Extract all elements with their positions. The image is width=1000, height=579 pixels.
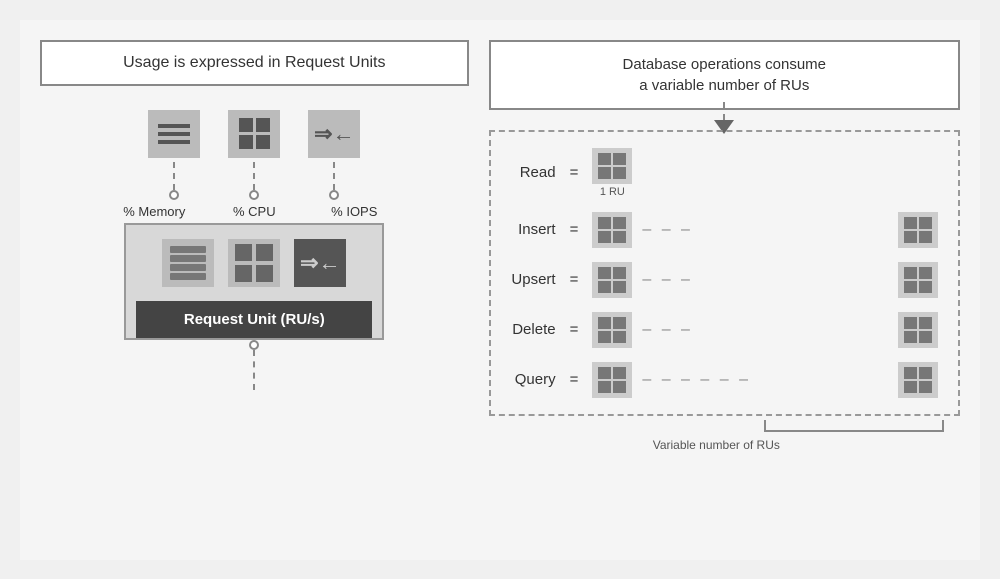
insert-icon-left xyxy=(592,212,632,248)
ru-box: ⇒← Request Unit (RU/s) xyxy=(124,223,384,340)
left-title: Usage is expressed in Request Units xyxy=(40,40,469,86)
ops-container: Read = 1 RU xyxy=(489,130,960,416)
right-title-line2: a variable number of RUs xyxy=(639,77,809,94)
circle-dot-iops xyxy=(329,190,339,200)
db-grid-insert xyxy=(593,212,631,248)
read-db-icon xyxy=(592,148,632,184)
upsert-icon-right xyxy=(898,262,938,298)
db-grid-upsert-r xyxy=(899,262,937,298)
delete-icon-right xyxy=(898,312,938,348)
db-grid-delete-r xyxy=(899,312,937,348)
memory-icon-col xyxy=(148,110,200,200)
circle-dot-memory xyxy=(169,190,179,200)
query-eq: = xyxy=(570,371,579,388)
read-label: Read xyxy=(501,164,556,181)
delete-dashes: – – – xyxy=(642,321,888,339)
ru-grid-icon xyxy=(228,239,280,287)
right-panel: Database operations consume a variable n… xyxy=(489,40,960,540)
read-icon-wrap xyxy=(592,148,632,184)
db-grid-query-r xyxy=(899,362,937,398)
delete-icon-left xyxy=(592,312,632,348)
iops-icon: ⇒← xyxy=(308,110,360,158)
delete-label: Delete xyxy=(501,321,556,338)
db-grid-query xyxy=(593,362,631,398)
upsert-row: Upsert = – – – xyxy=(501,262,938,298)
read-icon-col: 1 RU xyxy=(592,148,632,198)
server-icon xyxy=(166,242,210,284)
insert-row: Insert = – – – xyxy=(501,212,938,248)
dashed-line-iops xyxy=(333,162,335,190)
db-grid-delete xyxy=(593,312,631,348)
dashed-line-cpu xyxy=(253,162,255,190)
db-grid-upsert xyxy=(593,262,631,298)
ops-wrapper: Read = 1 RU xyxy=(489,130,960,452)
query-icon-left xyxy=(592,362,632,398)
iops-label: % IOPS xyxy=(318,204,390,219)
insert-eq: = xyxy=(570,221,579,238)
ru-server-icon xyxy=(162,239,214,287)
db-grid-insert-r xyxy=(899,212,937,248)
grid-lg-icon xyxy=(227,236,281,290)
insert-label: Insert xyxy=(501,221,556,238)
right-title: Database operations consume a variable n… xyxy=(489,40,960,110)
hamburger-icon xyxy=(150,116,198,152)
circle-dot-bottom xyxy=(249,340,259,350)
cpu-icon-col xyxy=(228,110,280,200)
top-icons-row: ⇒← xyxy=(148,110,360,200)
delete-row: Delete = – – – xyxy=(501,312,938,348)
query-label: Query xyxy=(501,371,556,388)
left-title-text: Usage is expressed in Request Units xyxy=(123,54,385,71)
upsert-dashes: – – – xyxy=(642,271,888,289)
query-row: Query = – – – – – – xyxy=(501,362,938,398)
upsert-eq: = xyxy=(570,271,579,288)
variable-section: Variable number of RUs xyxy=(489,420,960,452)
ru-label: Request Unit (RU/s) xyxy=(184,311,325,328)
variable-bracket xyxy=(764,420,944,432)
right-title-line1: Database operations consume xyxy=(623,56,826,73)
dashed-line-memory xyxy=(173,162,175,190)
iops-icon-col: ⇒← xyxy=(308,110,360,200)
dashed-line-top xyxy=(723,102,725,120)
read-ru-label: 1 RU xyxy=(600,186,625,198)
cpu-label: % CPU xyxy=(218,204,290,219)
cpu-icon xyxy=(228,110,280,158)
circle-dot-cpu xyxy=(249,190,259,200)
ru-arrows-icon: ⇒← xyxy=(294,239,346,287)
metric-labels-row: % Memory % CPU % IOPS xyxy=(118,204,390,219)
ru-icons-row: ⇒← xyxy=(162,239,346,287)
main-container: Usage is expressed in Request Units xyxy=(20,20,980,560)
insert-dashes: – – – xyxy=(642,221,888,239)
memory-label: % Memory xyxy=(118,204,190,219)
arrows-icon: ⇒← xyxy=(314,121,354,147)
variable-label: Variable number of RUs xyxy=(653,438,780,452)
left-panel: Usage is expressed in Request Units xyxy=(40,40,469,540)
memory-icon xyxy=(148,110,200,158)
dashed-line-bottom xyxy=(253,350,255,390)
arrows-dark-icon: ⇒← xyxy=(300,250,340,276)
ru-footer: Request Unit (RU/s) xyxy=(136,301,372,338)
insert-icon-right xyxy=(898,212,938,248)
query-icon-right xyxy=(898,362,938,398)
upsert-label: Upsert xyxy=(501,271,556,288)
grid-icon xyxy=(231,110,278,157)
db-grid-icon xyxy=(593,148,631,184)
ru-bottom-section xyxy=(249,340,259,390)
read-eq: = xyxy=(570,164,579,181)
query-dashes: – – – – – – xyxy=(642,371,888,389)
delete-eq: = xyxy=(570,321,579,338)
upsert-icon-left xyxy=(592,262,632,298)
read-row: Read = 1 RU xyxy=(501,148,938,198)
